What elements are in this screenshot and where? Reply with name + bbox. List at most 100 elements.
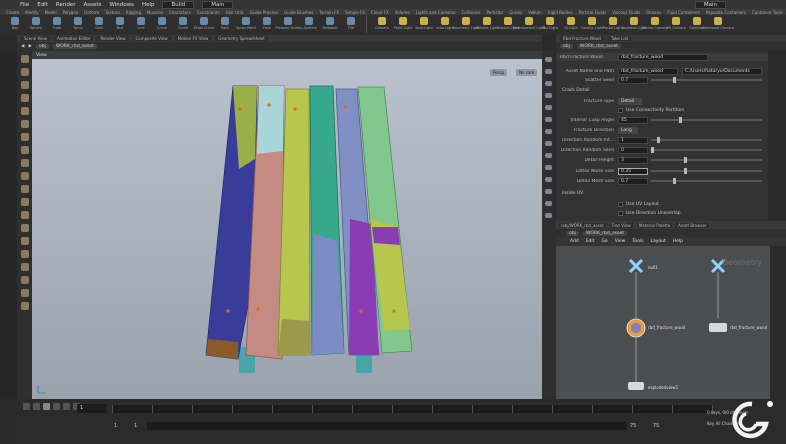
tab-geometry-spreadsheet[interactable]: Geometry Spreadsheet [215, 36, 268, 41]
shelf-tool-box[interactable]: Box [6, 15, 24, 30]
scene-viewport[interactable]: Persp No cam [32, 59, 542, 399]
shelf-tool-gi-light[interactable]: GI Light [562, 15, 580, 30]
shelf-tab-create[interactable]: Create [6, 10, 19, 15]
persp-menu[interactable]: Persp [490, 69, 507, 76]
shelf-tool-ambient-light[interactable]: Ambient Light [622, 15, 646, 30]
cut-tool-icon[interactable] [20, 250, 29, 258]
scale-tool-icon[interactable] [20, 94, 29, 102]
ortho-display-icon[interactable] [544, 177, 552, 183]
camera-menu[interactable]: No cam [516, 69, 538, 76]
shelf-tab-volume[interactable]: Volume [395, 10, 410, 15]
shelf-tab-modify[interactable]: Modify [25, 10, 38, 15]
menu-file[interactable]: File [20, 2, 29, 8]
path-obj[interactable]: obj [35, 44, 49, 49]
shelf-tab-fluid-containers[interactable]: Fluid Containers [667, 10, 700, 15]
points-display-icon[interactable] [544, 129, 552, 135]
rotate-tool-icon[interactable] [20, 81, 29, 89]
shelf-tool-portal-light[interactable]: Portal Light [603, 15, 623, 30]
tab-scene-view[interactable]: Scene View [21, 36, 50, 41]
shelf-tab-oceans[interactable]: Oceans [646, 10, 661, 15]
snap-tool-icon[interactable] [20, 224, 29, 232]
path-asset[interactable]: WORK_rbd_asset [582, 230, 627, 236]
menu-edit[interactable]: Edit [37, 2, 48, 8]
tab-animation-editor[interactable]: Animation Editor [53, 36, 94, 41]
net-menu-add[interactable]: Add [570, 239, 579, 244]
frame-display-icon[interactable] [544, 201, 552, 207]
menu-windows[interactable]: Windows [109, 2, 134, 8]
light-display-icon[interactable] [544, 93, 552, 99]
display-display-icon[interactable] [544, 57, 552, 63]
scatter-seed-slider[interactable] [651, 77, 762, 83]
scatter-seed-field[interactable]: 0.7 [618, 76, 648, 84]
brush-tool-icon[interactable] [20, 146, 29, 154]
menu-assets[interactable]: Assets [83, 2, 101, 8]
node-name-field[interactable]: rbd_fracture_wood [618, 53, 708, 61]
handle-tool-icon[interactable] [20, 107, 29, 115]
prev-key-icon[interactable] [33, 403, 40, 410]
tab-material-palette[interactable]: Material Palette [636, 222, 673, 228]
shelf-tab-characters[interactable]: Characters [169, 10, 191, 15]
shelf-tab-guide-brushes[interactable]: Guide Brushes [284, 10, 313, 15]
shelf-tab-container-tools[interactable]: Container Tools [752, 10, 783, 15]
forward-arrow-icon[interactable]: ▶ [28, 44, 31, 49]
net-menu-layout[interactable]: Layout [650, 239, 665, 244]
shelf-tool-line[interactable]: Line [132, 15, 150, 30]
path-field[interactable]: rbd_fracture_wood [618, 67, 678, 75]
shelf-tool-null[interactable]: Null [111, 15, 129, 30]
shelf-tool-geometry-light[interactable]: Geometry Light [452, 15, 480, 30]
rand-int-field[interactable]: 1 [618, 136, 648, 144]
sculpt-tool-icon[interactable] [20, 159, 29, 167]
light-tool-icon[interactable] [20, 211, 29, 219]
shelf-tab-populate-containers[interactable]: Populate Containers [706, 10, 746, 15]
shelf-tool-sphere[interactable]: Sphere [27, 15, 45, 30]
current-frame-field[interactable]: 1 [77, 404, 107, 413]
tab-tree-view[interactable]: Tree View [609, 222, 633, 228]
start-frame-field[interactable]: 1 [114, 423, 117, 429]
path-asset[interactable]: WORK_rbd_asset [576, 44, 621, 49]
explode-node[interactable] [628, 382, 644, 390]
shelf-tool-metaball[interactable]: Metaball [321, 15, 339, 30]
uv-dir-checkbox[interactable] [618, 210, 623, 216]
shelf-tab-guide-process[interactable]: Guide Process [250, 10, 278, 15]
shelf-tab-terrain-fx[interactable]: Terrain FX [319, 10, 339, 15]
net-menu-go[interactable]: Go [601, 239, 607, 244]
pose-tool-icon[interactable] [20, 120, 29, 128]
shelf-tool-file[interactable]: File [342, 15, 360, 30]
shelf-tab-simple-fx[interactable]: Simple FX [345, 10, 365, 15]
path-extra-field[interactable]: C:/Users/hataryo/Documents [682, 67, 762, 75]
shelf-tool-area-light[interactable]: Area Light [436, 15, 454, 30]
shelf-tab-particles[interactable]: Particles [486, 10, 503, 15]
eyedrop-tool-icon[interactable] [20, 276, 29, 284]
shelf-tab-lights-and-cameras[interactable]: Lights and Cameras [416, 10, 456, 15]
shelf-tab-rigid-bodies[interactable]: Rigid Bodies [548, 10, 573, 15]
back-arrow-icon[interactable]: ◀ [21, 44, 24, 49]
home-display-icon[interactable] [544, 189, 552, 195]
cusp-slider[interactable] [651, 117, 762, 123]
shadow-display-icon[interactable] [544, 105, 552, 111]
shelf-tab-texture[interactable]: Texture [105, 10, 120, 15]
uv-display-icon[interactable] [544, 153, 552, 159]
net-menu-edit[interactable]: Edit [586, 239, 595, 244]
shelf-tool-platonic-solids[interactable]: Platonic Solids [275, 15, 301, 30]
shelf-tab-constraints[interactable]: Constraints [197, 10, 220, 15]
net-menu-help[interactable]: Help [673, 239, 683, 244]
shelf-tool-gamepad-camera[interactable]: Gamepad Camera [702, 15, 734, 30]
tab-render-view[interactable]: Render View [97, 36, 129, 41]
noise-slider[interactable] [651, 168, 762, 174]
context-select[interactable]: Main [202, 0, 234, 9]
null-node[interactable] [628, 258, 644, 274]
right-context-select[interactable]: Main [694, 0, 726, 9]
stop-icon[interactable] [43, 403, 50, 410]
grid-display-icon[interactable] [544, 165, 552, 171]
shelf-tab-polygon[interactable]: Polygon [63, 10, 79, 15]
shelf-tool-spray-paint[interactable]: Spray Paint [236, 15, 256, 30]
tab-asset-browser[interactable]: Asset Browser [676, 222, 709, 228]
shelf-tab-deform[interactable]: Deform [84, 10, 99, 15]
rand-seed-slider[interactable] [651, 147, 762, 153]
shelf-tab-vellum[interactable]: Vellum [528, 10, 542, 15]
menu-render[interactable]: Render [56, 2, 76, 8]
shelf-tool-grid[interactable]: Grid [90, 15, 108, 30]
shelf-tool-curve[interactable]: Curve [174, 15, 192, 30]
timeline-scrubber[interactable] [112, 405, 713, 413]
shelf-tab-model[interactable]: Model [45, 10, 57, 15]
